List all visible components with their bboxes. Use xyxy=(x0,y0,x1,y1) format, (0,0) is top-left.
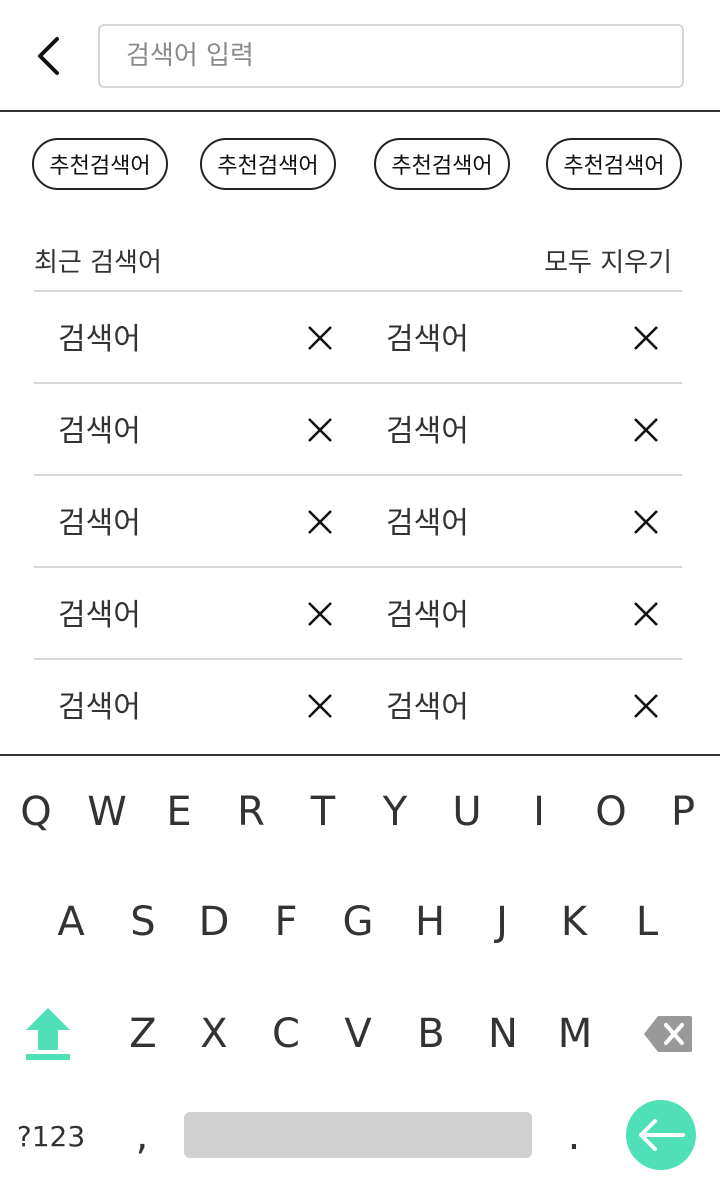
key-y[interactable]: Y xyxy=(365,772,425,852)
key-p[interactable]: P xyxy=(653,772,713,852)
key-o[interactable]: O xyxy=(581,772,641,852)
recent-search-term[interactable]: 검색어 xyxy=(386,590,469,634)
key-t[interactable]: T xyxy=(293,772,353,852)
key-s[interactable]: S xyxy=(113,882,173,962)
recent-search-term[interactable]: 검색어 xyxy=(386,682,469,726)
key-q[interactable]: Q xyxy=(6,772,66,852)
key-m[interactable]: M xyxy=(545,994,605,1074)
shift-arrow-up-icon xyxy=(26,1008,70,1060)
backspace-icon xyxy=(644,1016,692,1052)
close-icon xyxy=(308,326,332,350)
key-c[interactable]: C xyxy=(256,994,316,1074)
recommended-keyword-chip[interactable]: 추천검색어 xyxy=(546,138,682,190)
key-r[interactable]: R xyxy=(221,772,281,852)
recent-search-row: 검색어 검색어 xyxy=(34,474,682,566)
symbols-key[interactable]: ?123 xyxy=(6,1096,96,1176)
close-icon xyxy=(634,694,658,718)
recent-search-term[interactable]: 검색어 xyxy=(386,314,469,358)
recent-search-item: 검색어 xyxy=(358,292,682,382)
delete-recent-search-button[interactable] xyxy=(302,596,338,632)
search-box xyxy=(98,24,684,88)
recent-search-row: 검색어 검색어 xyxy=(34,566,682,658)
arrow-left-icon xyxy=(639,1119,685,1151)
recent-searches-title: 최근 검색어 xyxy=(34,248,162,278)
clear-all-button[interactable]: 모두 지우기 xyxy=(544,242,672,279)
close-icon xyxy=(634,510,658,534)
search-header xyxy=(0,0,720,112)
recent-search-item: 검색어 xyxy=(34,476,358,566)
recent-search-item: 검색어 xyxy=(358,476,682,566)
close-icon xyxy=(308,694,332,718)
recent-search-item: 검색어 xyxy=(34,660,358,750)
recent-searches-list: 검색어 검색어 검색어 검색어 검색어 검색어 검색어 검색어 검색어 검색어 xyxy=(34,290,682,750)
key-g[interactable]: G xyxy=(328,882,388,962)
key-f[interactable]: F xyxy=(256,882,316,962)
recent-search-item: 검색어 xyxy=(358,384,682,474)
recent-search-item: 검색어 xyxy=(34,568,358,658)
key-d[interactable]: D xyxy=(184,882,244,962)
recent-search-term[interactable]: 검색어 xyxy=(58,682,141,726)
key-i[interactable]: I xyxy=(509,772,569,852)
key-x[interactable]: X xyxy=(184,994,244,1074)
recent-search-term[interactable]: 검색어 xyxy=(386,406,469,450)
key-l[interactable]: L xyxy=(617,882,677,962)
key-b[interactable]: B xyxy=(401,994,461,1074)
recommended-keyword-chip[interactable]: 추천검색어 xyxy=(200,138,336,190)
key-e[interactable]: E xyxy=(149,772,209,852)
recent-search-row: 검색어 검색어 xyxy=(34,290,682,382)
recent-search-term[interactable]: 검색어 xyxy=(58,590,141,634)
space-bar[interactable] xyxy=(184,1112,532,1158)
recent-search-item: 검색어 xyxy=(34,292,358,382)
key-w[interactable]: W xyxy=(77,772,137,852)
recent-search-term[interactable]: 검색어 xyxy=(58,406,141,450)
period-key[interactable]: . xyxy=(544,1096,604,1176)
delete-recent-search-button[interactable] xyxy=(302,504,338,540)
recent-search-row: 검색어 검색어 xyxy=(34,382,682,474)
search-input[interactable] xyxy=(100,26,682,86)
key-k[interactable]: K xyxy=(544,882,604,962)
close-icon xyxy=(308,510,332,534)
enter-key[interactable] xyxy=(626,1100,696,1170)
delete-recent-search-button[interactable] xyxy=(302,320,338,356)
key-z[interactable]: Z xyxy=(113,994,173,1074)
on-screen-keyboard: Q W E R T Y U I O P A S D F G H J K L Z … xyxy=(0,754,720,1200)
recent-search-item: 검색어 xyxy=(358,660,682,750)
close-icon xyxy=(308,602,332,626)
back-button[interactable] xyxy=(28,32,68,80)
recommended-keyword-chip[interactable]: 추천검색어 xyxy=(32,138,168,190)
close-icon xyxy=(634,326,658,350)
delete-recent-search-button[interactable] xyxy=(628,412,664,448)
recent-search-term[interactable]: 검색어 xyxy=(386,498,469,542)
close-icon xyxy=(634,602,658,626)
key-n[interactable]: N xyxy=(473,994,533,1074)
delete-recent-search-button[interactable] xyxy=(628,688,664,724)
close-icon xyxy=(308,418,332,442)
backspace-key[interactable] xyxy=(638,994,698,1074)
recent-search-term[interactable]: 검색어 xyxy=(58,498,141,542)
key-h[interactable]: H xyxy=(400,882,460,962)
close-icon xyxy=(634,418,658,442)
recommended-keywords: 추천검색어 추천검색어 추천검색어 추천검색어 xyxy=(32,138,684,190)
delete-recent-search-button[interactable] xyxy=(628,320,664,356)
delete-recent-search-button[interactable] xyxy=(628,596,664,632)
shift-key[interactable] xyxy=(18,994,78,1074)
chevron-left-icon xyxy=(35,36,61,76)
recommended-keyword-chip[interactable]: 추천검색어 xyxy=(374,138,510,190)
key-u[interactable]: U xyxy=(437,772,497,852)
delete-recent-search-button[interactable] xyxy=(628,504,664,540)
recent-search-item: 검색어 xyxy=(34,384,358,474)
recent-search-item: 검색어 xyxy=(358,568,682,658)
delete-recent-search-button[interactable] xyxy=(302,412,338,448)
delete-recent-search-button[interactable] xyxy=(302,688,338,724)
key-a[interactable]: A xyxy=(41,882,101,962)
key-v[interactable]: V xyxy=(328,994,388,1074)
recent-search-term[interactable]: 검색어 xyxy=(58,314,141,358)
comma-key[interactable]: , xyxy=(112,1096,172,1176)
recent-search-row: 검색어 검색어 xyxy=(34,658,682,750)
key-j[interactable]: J xyxy=(472,882,532,962)
